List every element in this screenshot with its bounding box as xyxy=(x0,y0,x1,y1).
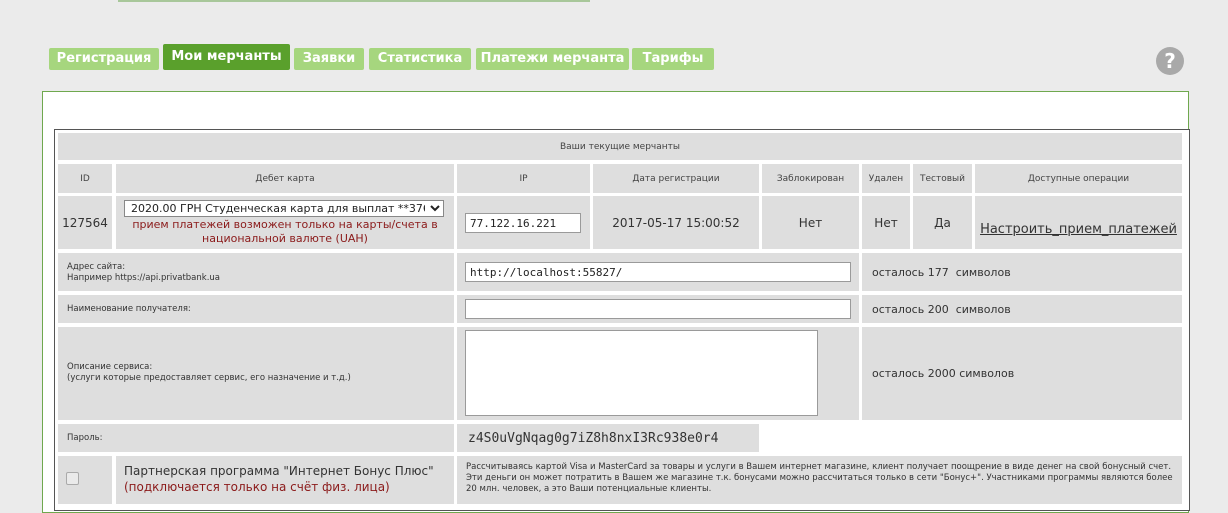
description-remaining: осталось 2000 символов xyxy=(862,327,1182,420)
recipient-remaining: осталось 200 символов xyxy=(862,295,1182,323)
description-label: Описание сервиса: xyxy=(67,362,153,372)
header-test: Тестовый xyxy=(913,164,972,193)
bonus-checkbox[interactable] xyxy=(66,472,79,485)
tab-requests[interactable]: Заявки xyxy=(294,48,364,70)
tab-statistics[interactable]: Статистика xyxy=(369,48,471,70)
site-label-cell: Адрес сайта: Например https://api.privat… xyxy=(58,253,454,291)
bonus-description: Рассчитываясь картой Visa и MasterCard з… xyxy=(466,462,1173,494)
debit-card-select[interactable]: 2020.00 ГРН Студенческая карта для выпла… xyxy=(124,200,444,217)
description-remaining-suffix: символов xyxy=(959,367,1015,380)
table-title: Ваши текущие мерчанты xyxy=(58,133,1182,160)
recipient-remaining-suffix: символов xyxy=(955,302,1011,316)
header-deleted: Удален xyxy=(862,164,910,193)
recipient-remaining-count: 200 xyxy=(927,302,949,316)
site-remaining-prefix: осталось xyxy=(872,265,925,279)
password-value: z4S0uVgNqag0g7iZ8h8nxI3Rc938e0r4 xyxy=(457,424,759,452)
site-example: Например https://api.privatbank.ua xyxy=(67,273,220,283)
tab-tariffs[interactable]: Тарифы xyxy=(632,48,714,70)
password-label: Пароль: xyxy=(58,424,454,452)
bonus-title: Партнерская программа "Интернет Бонус Пл… xyxy=(124,464,434,478)
test-value: Да xyxy=(913,196,972,249)
description-remaining-count: 2000 xyxy=(927,367,956,380)
header-debit-card: Дебет карта xyxy=(116,164,454,193)
description-remaining-prefix: осталось xyxy=(872,367,925,380)
tab-merchant-payments[interactable]: Платежи мерчанта xyxy=(476,48,629,70)
merchant-id: 127564 xyxy=(58,196,112,249)
header-operations: Доступные операции xyxy=(975,164,1182,193)
deleted-value: Нет xyxy=(862,196,910,249)
recipient-input[interactable] xyxy=(465,299,851,319)
blocked-value: Нет xyxy=(762,196,859,249)
tab-registration[interactable]: Регистрация xyxy=(49,48,159,70)
ip-input[interactable] xyxy=(465,213,581,233)
recipient-remaining-prefix: осталось xyxy=(872,302,925,316)
help-icon[interactable]: ? xyxy=(1156,47,1184,75)
header-blocked: Заблокирован xyxy=(762,164,859,193)
header-ip: IP xyxy=(457,164,590,193)
tab-my-merchants[interactable]: Мои мерчанты xyxy=(163,44,290,70)
recipient-label: Наименование получателя: xyxy=(58,295,454,323)
site-label: Адрес сайта: xyxy=(67,262,126,272)
header-registration-date: Дата регистрации xyxy=(593,164,759,193)
description-hint: (услуги которые предоставляет сервис, ег… xyxy=(67,373,351,383)
card-warning: прием платежей возможен только на карты/… xyxy=(132,218,438,245)
site-remaining-count: 177 xyxy=(927,265,949,279)
configure-payments-link[interactable]: Настроить_прием_платежей xyxy=(980,222,1177,237)
registration-date: 2017-05-17 15:00:52 xyxy=(593,196,759,249)
site-remaining-suffix: символов xyxy=(955,265,1011,279)
site-remaining: осталось 177 символов xyxy=(862,253,1182,291)
description-label-cell: Описание сервиса: (услуги которые предос… xyxy=(58,327,454,420)
header-id: ID xyxy=(58,164,112,193)
site-url-input[interactable] xyxy=(465,262,851,282)
description-textarea[interactable] xyxy=(465,330,818,416)
bonus-subtitle: (подключается только на счёт физ. лица) xyxy=(124,480,390,494)
operations-cell: Настроить_прием_платежей xyxy=(975,196,1182,249)
top-divider xyxy=(118,0,590,2)
